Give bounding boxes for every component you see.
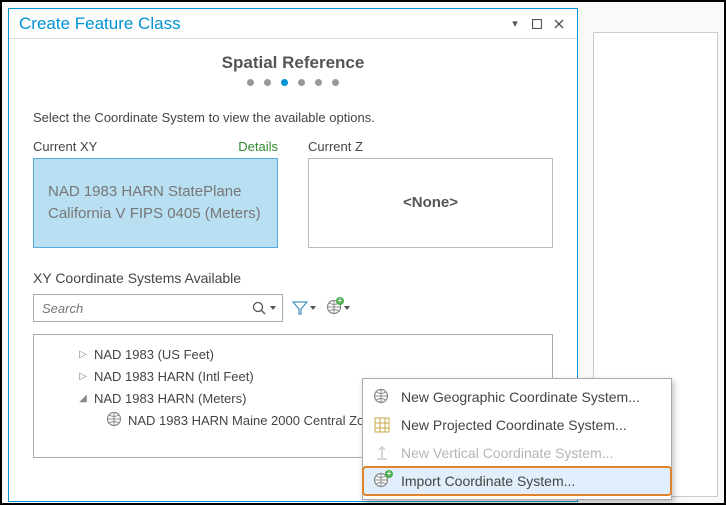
add-coord-system-button[interactable]: + [325, 295, 351, 321]
instruction-text: Select the Coordinate System to view the… [33, 110, 553, 125]
wizard-header: Spatial Reference [9, 39, 577, 92]
current-xy-value: NAD 1983 HARN StatePlane California V FI… [48, 181, 263, 225]
tree-item-label: NAD 1983 HARN (Intl Feet) [94, 369, 254, 384]
search-field[interactable] [33, 294, 283, 322]
search-input[interactable] [40, 300, 252, 317]
wizard-step-dot[interactable] [315, 79, 322, 86]
filter-icon [292, 300, 308, 316]
current-xy-box[interactable]: NAD 1983 HARN StatePlane California V FI… [33, 158, 278, 248]
menu-item[interactable]: New Projected Coordinate System... [363, 411, 671, 439]
wizard-step-dot[interactable] [298, 79, 305, 86]
magnifier-icon [252, 301, 266, 315]
menu-item[interactable]: New Geographic Coordinate System... [363, 383, 671, 411]
filter-button[interactable] [291, 295, 317, 321]
current-xy-label: Current XY [33, 139, 97, 154]
current-z-box[interactable]: <None> [308, 158, 553, 248]
current-xy-header: Current XY Details [33, 139, 278, 154]
current-z-label: Current Z [308, 139, 363, 154]
tree-item[interactable]: ▷ NAD 1983 (US Feet) [78, 343, 552, 365]
globe-icon [106, 411, 122, 430]
menu-item: New Vertical Coordinate System... [363, 439, 671, 467]
available-label: XY Coordinate Systems Available [33, 270, 553, 286]
grid-globe-icon [373, 416, 391, 434]
vertical-icon [373, 444, 391, 462]
add-globe-icon: + [326, 299, 342, 317]
menu-item-label: New Projected Coordinate System... [401, 417, 627, 433]
menu-item[interactable]: + Import Coordinate System... [363, 467, 671, 495]
chevron-down-icon[interactable]: ◢ [78, 393, 88, 403]
import-globe-icon: + [373, 472, 391, 490]
tree-item-label: NAD 1983 HARN (Meters) [94, 391, 246, 406]
titlebar: Create Feature Class ▾ [9, 9, 577, 39]
wizard-step-dot[interactable] [332, 79, 339, 86]
menu-item-label: Import Coordinate System... [401, 473, 575, 489]
chevron-right-icon[interactable]: ▷ [78, 371, 88, 381]
globe-icon [373, 388, 391, 406]
current-z-value: <None> [403, 192, 458, 214]
menu-item-label: New Geographic Coordinate System... [401, 389, 640, 405]
search-dropdown-icon[interactable] [270, 306, 276, 310]
chevron-right-icon[interactable]: ▷ [78, 349, 88, 359]
maximize-icon[interactable] [529, 16, 545, 32]
current-z-header: Current Z [308, 139, 553, 154]
menu-item-label: New Vertical Coordinate System... [401, 445, 613, 461]
wizard-step-dots [9, 79, 577, 86]
details-link[interactable]: Details [238, 139, 278, 154]
options-dropdown-icon[interactable]: ▾ [507, 16, 523, 32]
tree-item-label: NAD 1983 (US Feet) [94, 347, 214, 362]
wizard-step-dot[interactable] [247, 79, 254, 86]
wizard-subtitle: Spatial Reference [9, 53, 577, 73]
close-icon[interactable] [551, 16, 567, 32]
wizard-step-dot[interactable] [281, 79, 288, 86]
pane-title: Create Feature Class [19, 14, 501, 34]
coord-toolbar: + [33, 294, 553, 322]
add-coord-system-menu: New Geographic Coordinate System... New P… [362, 378, 672, 500]
wizard-step-dot[interactable] [264, 79, 271, 86]
